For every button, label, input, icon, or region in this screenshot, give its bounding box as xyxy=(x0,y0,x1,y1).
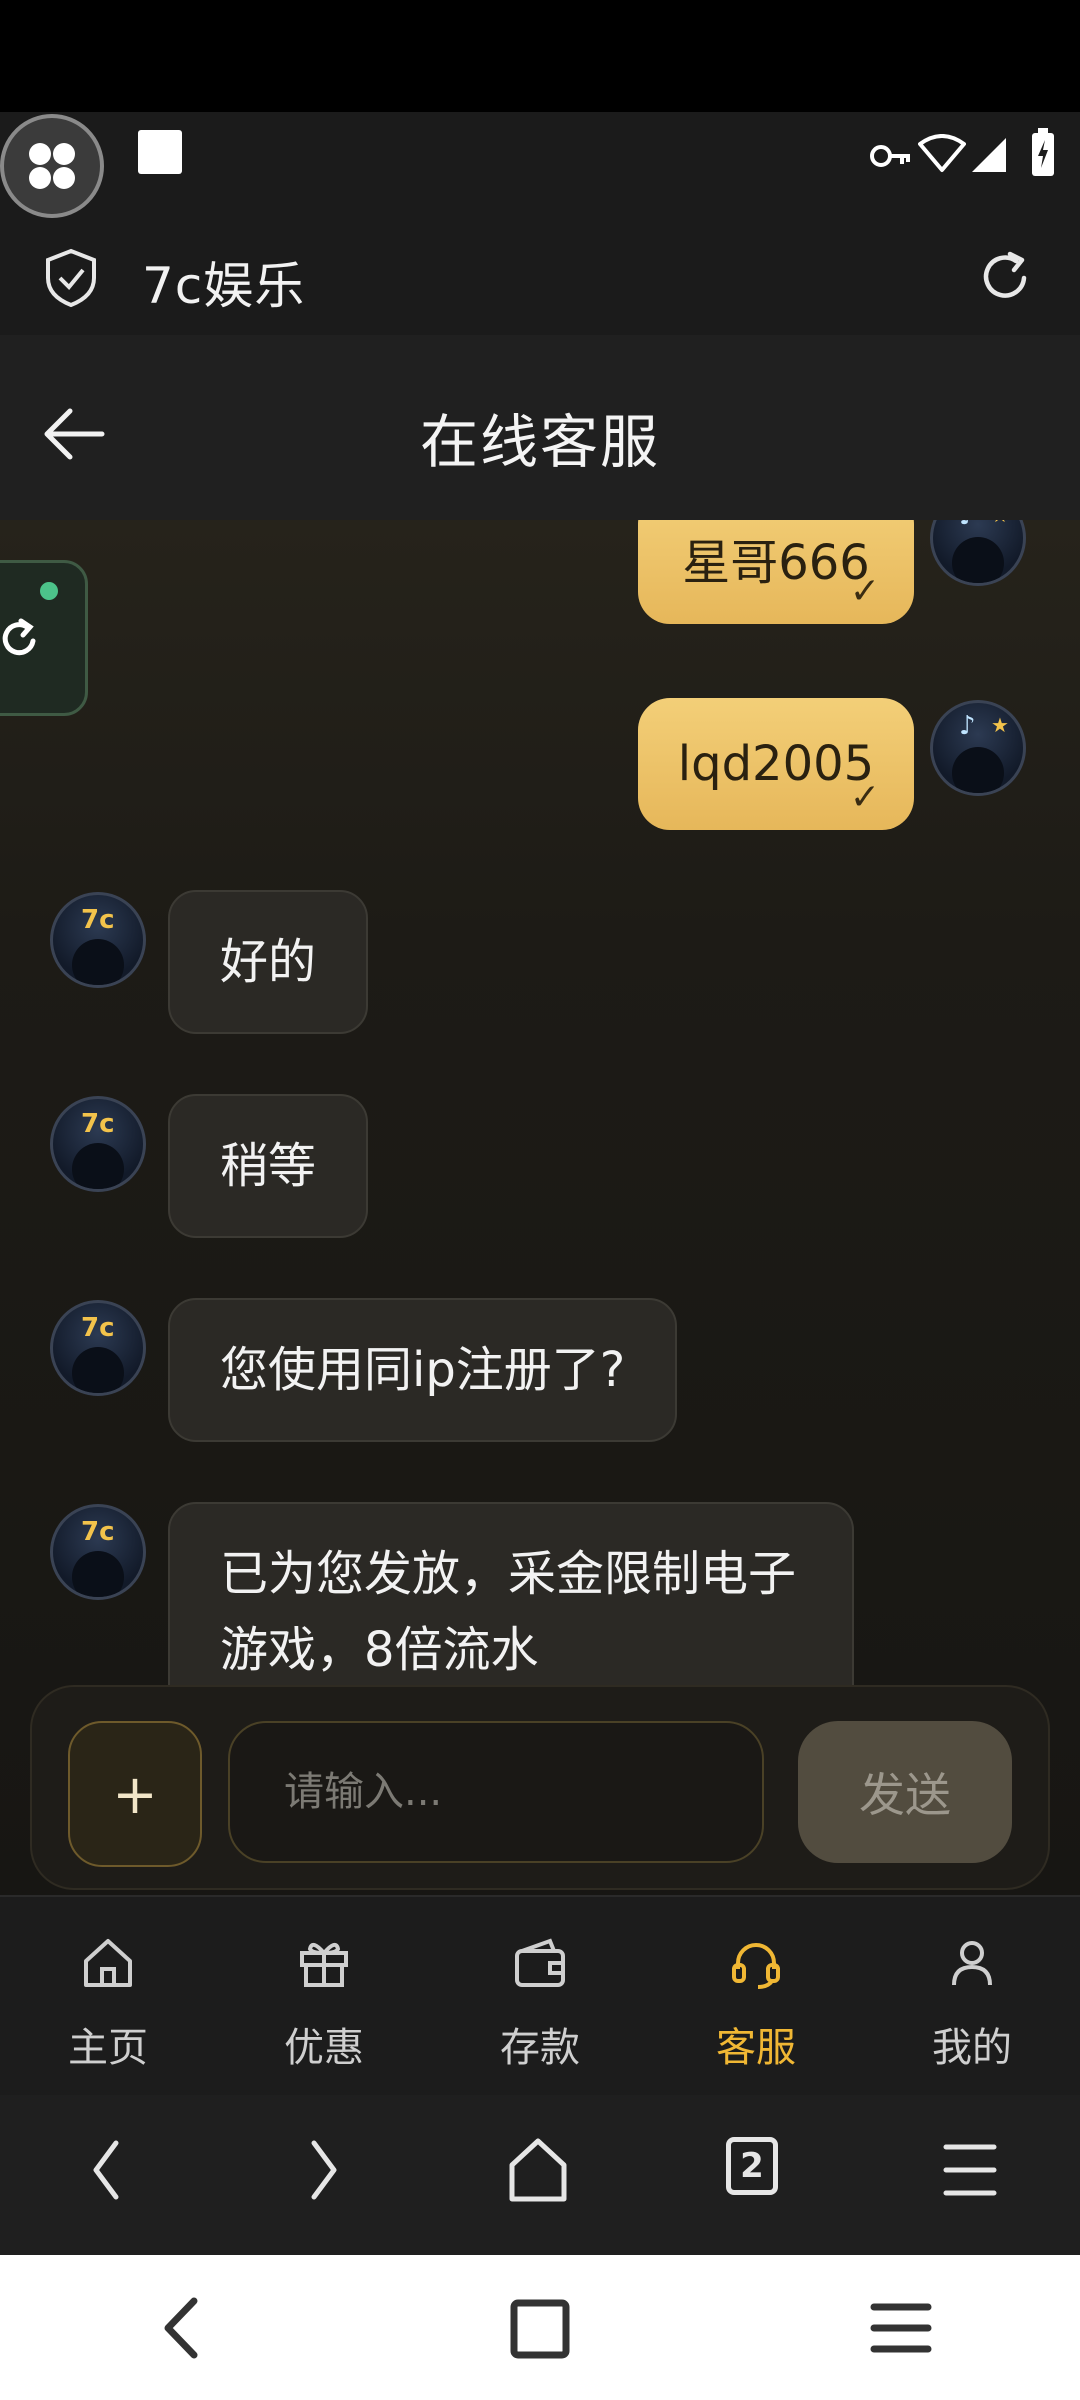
message-bubble-incoming: 好的 xyxy=(168,890,369,1034)
bottom-tab-bar: 主页 优惠 存款 客服 我的 xyxy=(0,1895,1080,2097)
notification-square-icon xyxy=(138,130,182,174)
message-text: lqd2005 xyxy=(677,736,875,792)
refresh-icon xyxy=(2,618,36,656)
gift-icon xyxy=(300,1942,348,1987)
message-bubble-outgoing: 星哥666 ✓ xyxy=(638,520,914,624)
site-title: 7c娱乐 xyxy=(142,257,306,315)
browser-back-icon[interactable] xyxy=(84,2135,128,2205)
agent-avatar: 7c xyxy=(50,1300,146,1396)
message-text: 好的 xyxy=(220,934,317,990)
shield-check-icon xyxy=(46,248,96,308)
tab-promotions[interactable]: 优惠 xyxy=(216,1897,432,2097)
reload-icon[interactable] xyxy=(976,248,1034,306)
browser-forward-icon[interactable] xyxy=(302,2135,346,2205)
tab-home[interactable]: 主页 xyxy=(0,1897,216,2097)
page-title: 在线客服 xyxy=(419,408,660,476)
tab-deposit[interactable]: 存款 xyxy=(432,1897,648,2097)
system-nav-bar xyxy=(0,2255,1080,2400)
message-text: 已为您发放，采金限制电子游戏，8倍流水 xyxy=(220,1546,797,1678)
chat-header: 在线客服 xyxy=(0,335,1080,520)
send-button[interactable]: 发送 xyxy=(798,1721,1012,1863)
tab-profile[interactable]: 我的 xyxy=(864,1897,1080,2097)
assistive-touch-icon[interactable] xyxy=(0,114,104,218)
system-back-icon[interactable] xyxy=(158,2295,204,2361)
battery-icon xyxy=(1032,128,1054,176)
message-input[interactable] xyxy=(228,1721,764,1863)
wallet-icon xyxy=(515,1938,565,1987)
message-bubble-incoming: 您使用同ip注册了? xyxy=(168,1298,678,1442)
agent-avatar: 7c xyxy=(50,892,146,988)
attach-plus-button[interactable]: + xyxy=(68,1721,202,1867)
browser-home-icon[interactable] xyxy=(506,2135,570,2205)
status-bar xyxy=(0,112,1080,220)
tab-label: 我的 xyxy=(932,2025,1012,2071)
user-icon xyxy=(952,1941,992,1986)
refresh-float-button[interactable] xyxy=(0,560,88,716)
message-text: 稍等 xyxy=(220,1138,317,1194)
system-home-icon[interactable] xyxy=(510,2299,570,2359)
tab-customer-service[interactable]: 客服 xyxy=(648,1897,864,2097)
agent-avatar: 7c xyxy=(50,1096,146,1192)
tab-label: 客服 xyxy=(716,2025,796,2071)
agent-avatar: 7c xyxy=(50,1504,146,1600)
user-avatar: ♪★ xyxy=(930,700,1026,796)
read-check-icon: ✓ xyxy=(849,571,880,612)
system-recents-icon[interactable] xyxy=(870,2295,932,2361)
wifi-icon xyxy=(918,134,966,172)
key-icon xyxy=(870,145,910,167)
tab-label: 优惠 xyxy=(284,2025,364,2071)
message-bubble-outgoing: lqd2005 ✓ xyxy=(638,698,914,830)
browser-bar: 7c娱乐 xyxy=(0,220,1080,335)
message-composer: + 发送 xyxy=(30,1685,1050,1890)
message-text: 您使用同ip注册了? xyxy=(220,1342,626,1398)
top-black-area xyxy=(0,0,1080,112)
message-bubble-incoming: 稍等 xyxy=(168,1094,369,1238)
tabs-count-button[interactable]: 2 xyxy=(726,2137,778,2195)
signal-icon xyxy=(972,138,1006,172)
tab-label: 主页 xyxy=(68,2025,148,2071)
user-avatar: ♪★ xyxy=(930,520,1026,586)
browser-menu-icon[interactable] xyxy=(942,2135,998,2205)
message-text: 星哥666 xyxy=(682,535,870,591)
online-dot xyxy=(37,579,61,603)
home-icon xyxy=(84,1939,132,1987)
tab-label: 存款 xyxy=(500,2025,580,2071)
read-check-icon: ✓ xyxy=(849,777,880,818)
browser-nav-bar: 2 xyxy=(0,2095,1080,2255)
headset-icon xyxy=(732,1943,780,1989)
tabs-count: 2 xyxy=(740,2146,764,2186)
